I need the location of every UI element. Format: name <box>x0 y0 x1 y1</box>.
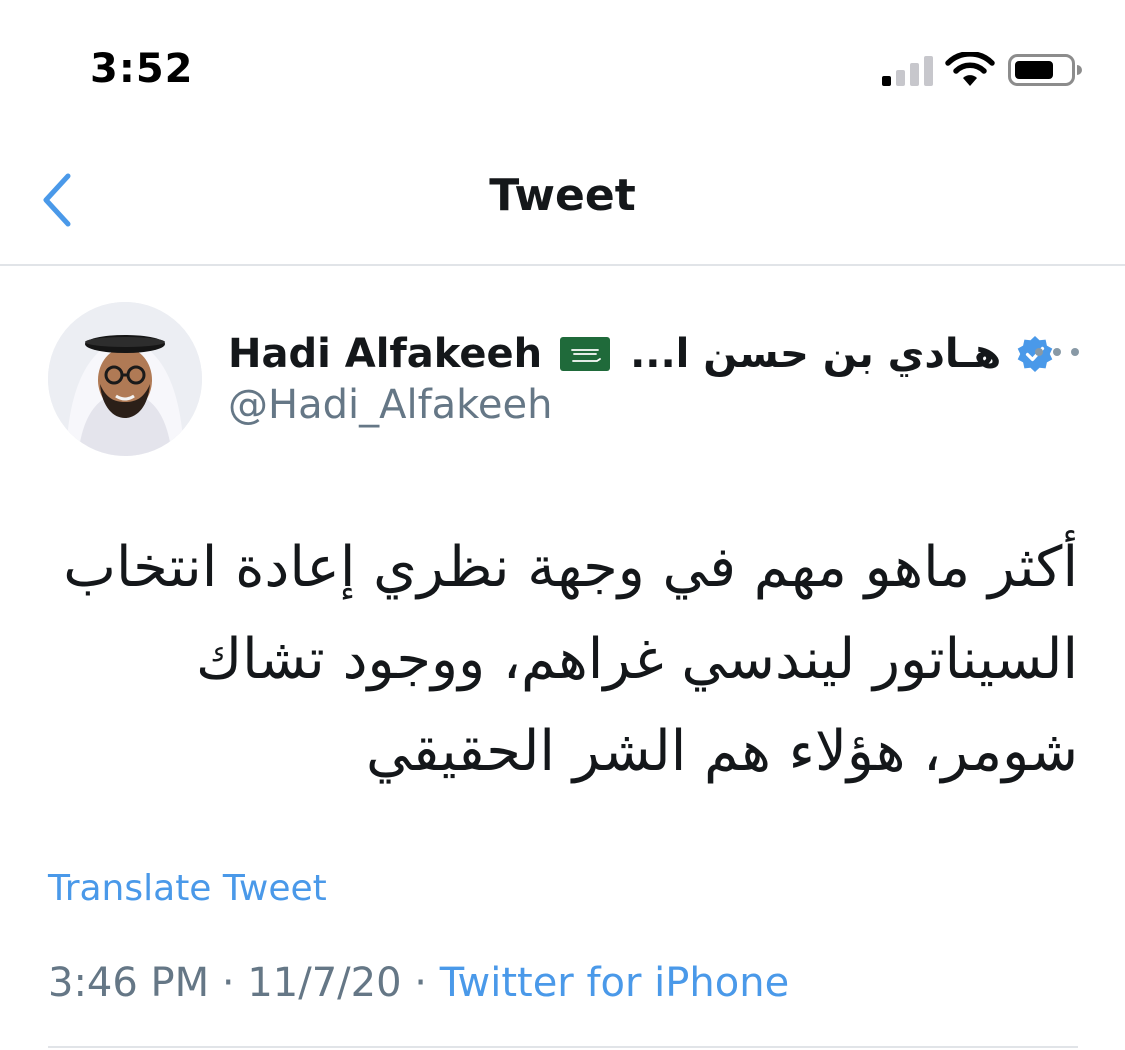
tweet-text: أكثر ماهو مهم في وجهة نظري إعادة انتخاب … <box>63 535 1078 784</box>
meta-separator: · <box>221 960 235 1006</box>
translate-tweet-link[interactable]: Translate Tweet <box>48 868 327 909</box>
meta-separator: · <box>414 960 427 1006</box>
avatar[interactable] <box>48 302 202 456</box>
tweet-time: 3:46 PM <box>48 960 210 1006</box>
saudi-flag-icon <box>560 337 611 371</box>
tweet-date: 11/7/20 <box>247 960 402 1006</box>
nav-bar: Tweet <box>0 132 1125 266</box>
more-options-button[interactable] <box>1032 340 1082 364</box>
battery-icon <box>1008 54 1082 86</box>
divider <box>48 1046 1078 1048</box>
arabic-display-name[interactable]: هـادي بن حسن ا... <box>630 331 1001 377</box>
tweet-meta: 3:46 PM · 11/7/20 · Twitter for iPhone <box>48 960 789 1006</box>
page-title: Tweet <box>489 170 636 221</box>
status-time: 3:52 <box>90 46 194 92</box>
author-handle[interactable]: @Hadi_Alfakeeh <box>228 382 552 428</box>
status-bar: 3:52 <box>0 0 1125 132</box>
wifi-icon <box>945 52 995 86</box>
cellular-signal-icon <box>882 56 933 86</box>
author-line: Hadi Alfakeeh هـادي بن حسن ا... <box>228 326 1055 382</box>
tweet-source-link[interactable]: Twitter for iPhone <box>440 960 790 1006</box>
profile-photo <box>48 302 202 456</box>
display-name[interactable]: Hadi Alfakeeh <box>228 331 542 377</box>
ellipsis-icon <box>1035 348 1079 356</box>
